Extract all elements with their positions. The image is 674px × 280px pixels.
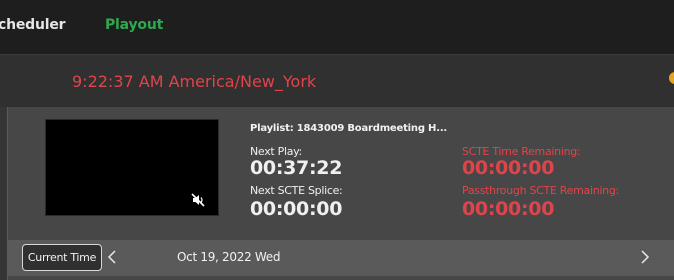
nav-item-scheduler[interactable]: cheduler [0,17,66,33]
date-text: Oct 19, 2022 Wed [177,250,281,264]
passthrough-scte-remaining-label: Passthrough SCTE Remaining: [462,184,619,197]
status-indicator [669,72,674,84]
clock-bar: 9:22:37 AM America/New_York [0,54,674,107]
left-strip [0,107,7,280]
next-scte-splice-label: Next SCTE Splice: [250,184,343,197]
nav-item-playout[interactable]: Playout [105,17,163,33]
speaker-muted-icon[interactable] [191,193,205,207]
top-nav: cheduler Playout [0,0,674,54]
chevron-left-icon[interactable] [107,250,117,264]
clock-text: 9:22:37 AM America/New_York [72,72,317,91]
next-play-value: 00:37:22 [250,157,343,179]
chevron-right-icon[interactable] [640,250,650,264]
next-scte-splice-value: 00:00:00 [250,198,343,220]
passthrough-scte-remaining-value: 00:00:00 [462,198,555,220]
playlist-title: Playlist: 1843009 Boardmeeting H... [250,123,448,134]
scte-time-remaining-value: 00:00:00 [462,157,555,179]
current-time-button[interactable]: Current Time [22,244,102,271]
